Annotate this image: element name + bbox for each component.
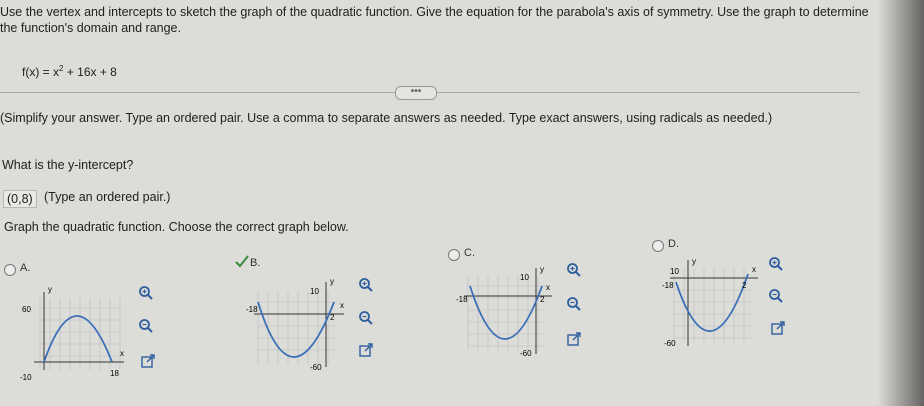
option-c-label: C. xyxy=(464,247,475,259)
function-definition: f(x) = x2 + 16x + 8 xyxy=(22,64,117,79)
option-a-xright: 18 xyxy=(110,369,119,378)
option-d-xright: 2 xyxy=(742,281,747,290)
option-b-label: B. xyxy=(250,257,261,269)
option-d-ytick: 10 xyxy=(670,267,679,276)
option-d-xleft: -18 xyxy=(662,281,674,290)
zoom-out-icon[interactable] xyxy=(138,318,154,334)
zoom-out-icon[interactable] xyxy=(358,310,374,326)
option-a-radio[interactable] xyxy=(4,264,16,276)
option-b-xleft: -18 xyxy=(246,305,258,314)
question-y-intercept: What is the y-intercept? xyxy=(2,158,134,172)
zoom-in-icon[interactable] xyxy=(566,262,582,278)
popout-icon[interactable] xyxy=(770,320,786,336)
option-c-x-label: x xyxy=(546,283,550,292)
expand-button[interactable]: ••• xyxy=(395,86,437,100)
option-c-xright: 2 xyxy=(540,295,545,304)
popout-icon[interactable] xyxy=(566,331,582,347)
option-b-y-label: y xyxy=(330,277,334,286)
option-a-graph[interactable]: y x 60 -10 18 xyxy=(14,280,130,385)
option-a-label: A. xyxy=(20,262,31,274)
option-d-y-label: y xyxy=(692,257,696,266)
popout-icon[interactable] xyxy=(358,342,374,358)
option-c-radio[interactable] xyxy=(448,249,460,261)
zoom-out-icon[interactable] xyxy=(768,288,784,304)
answer-hint: (Type an ordered pair.) xyxy=(44,190,171,204)
option-d-graph[interactable]: y x 10 -18 2 -60 xyxy=(662,254,766,350)
option-c-graph[interactable]: y x 10 -18 2 -60 xyxy=(456,262,560,358)
option-c-xleft: -18 xyxy=(456,295,468,304)
screen-edge-shadow xyxy=(878,0,924,406)
option-d-label: D. xyxy=(668,238,679,250)
option-a-ytick: 60 xyxy=(22,305,31,314)
option-d-radio[interactable] xyxy=(652,240,664,252)
popout-icon[interactable] xyxy=(140,353,156,369)
question-graph: Graph the quadratic function. Choose the… xyxy=(4,220,349,234)
zoom-out-icon[interactable] xyxy=(566,296,582,312)
option-c-ytick: 10 xyxy=(520,273,529,282)
option-a-x-label: x xyxy=(120,349,124,358)
function-prefix: f(x) = x xyxy=(22,65,60,79)
option-d-ybottom: -60 xyxy=(664,339,676,348)
option-a-xleft: -10 xyxy=(20,373,32,382)
option-b-ytick: 10 xyxy=(310,287,319,296)
option-b-graph[interactable]: y x 10 -18 2 -60 xyxy=(244,272,354,372)
answer-field[interactable]: (0,8) xyxy=(3,190,37,208)
simplify-instructions: (Simplify your answer. Type an ordered p… xyxy=(0,111,773,125)
function-suffix: + 16x + 8 xyxy=(63,65,117,79)
option-c-y-label: y xyxy=(540,265,544,274)
option-b-x-label: x xyxy=(340,301,344,310)
option-b-ybottom: -60 xyxy=(310,363,322,372)
zoom-in-icon[interactable] xyxy=(768,256,784,272)
option-a-y-label: y xyxy=(48,285,52,294)
option-d-x-label: x xyxy=(752,265,756,274)
zoom-in-icon[interactable] xyxy=(138,285,154,301)
option-b-xright: 2 xyxy=(330,313,335,322)
instructions-text: Use the vertex and intercepts to sketch … xyxy=(0,5,869,35)
zoom-in-icon[interactable] xyxy=(358,277,374,293)
cursor-check-icon xyxy=(235,255,249,268)
option-c-ybottom: -60 xyxy=(520,349,532,358)
